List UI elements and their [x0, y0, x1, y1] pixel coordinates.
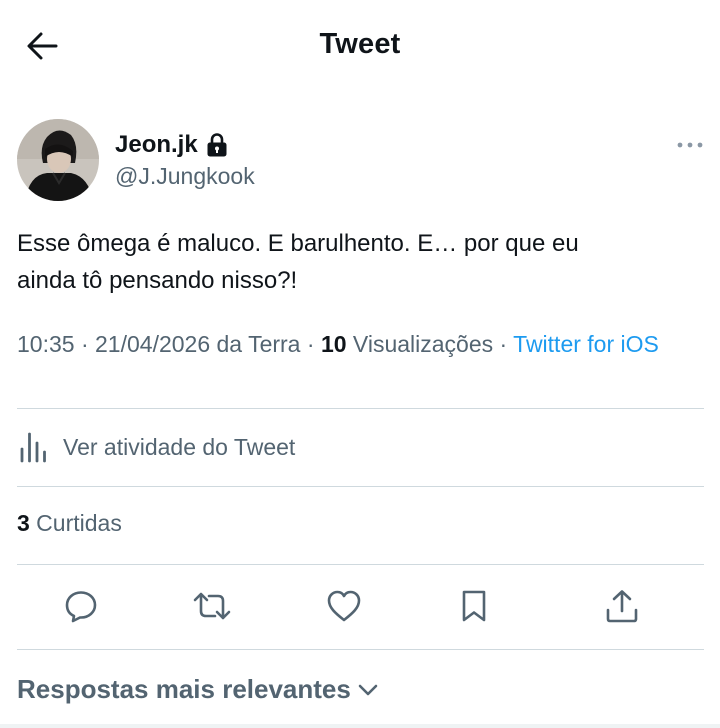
tweet-meta: 10:35 · 21/04/2026 da Terra · 10 Visuali…	[17, 329, 697, 360]
views-label: Visualizações	[346, 331, 494, 357]
replies-sort-label: Respostas mais relevantes	[17, 674, 351, 704]
meta-separator: ·	[74, 331, 96, 357]
tweet-source-link[interactable]: Twitter for iOS	[513, 331, 659, 357]
reply-icon	[65, 591, 97, 623]
retweet-icon	[193, 592, 231, 620]
share-button[interactable]	[602, 586, 642, 626]
retweet-button[interactable]	[192, 586, 232, 626]
tweet-text-line: ainda tô pensando nisso?!	[17, 267, 298, 294]
bookmark-button[interactable]	[454, 586, 494, 626]
share-icon	[606, 590, 638, 623]
more-options-button[interactable]	[675, 135, 705, 155]
more-dots-icon	[677, 142, 703, 148]
user-handle[interactable]: @J.Jungkook	[115, 163, 255, 190]
replies-sort-button[interactable]: Respostas mais relevantes	[17, 674, 379, 705]
meta-separator: ·	[300, 331, 321, 357]
tweet-date: 21/04/2026 da Terra	[95, 331, 301, 357]
display-name: Jeon.jk	[115, 131, 198, 158]
page-title: Tweet	[319, 28, 401, 60]
likes-count: 3	[17, 510, 30, 536]
likes-label: Curtidas	[29, 510, 122, 536]
divider	[17, 408, 704, 409]
bookmark-icon	[462, 590, 486, 622]
avatar[interactable]	[17, 119, 99, 201]
chart-bars-icon	[20, 432, 46, 463]
tweet-text-line: Esse ômega é maluco. E barulhento. E… po…	[17, 230, 579, 257]
likes-count-link[interactable]: 3 Curtidas	[17, 510, 122, 537]
lock-icon	[206, 132, 228, 158]
tweet-time: 10:35	[17, 331, 75, 357]
header: Tweet	[0, 0, 720, 92]
reply-button[interactable]	[61, 586, 101, 626]
tweet-activity-label: Ver atividade do Tweet	[63, 433, 296, 460]
like-button[interactable]	[324, 586, 364, 626]
tweet-author: Jeon.jk @J.Jungkook	[17, 119, 707, 203]
heart-icon	[327, 590, 361, 622]
views-count: 10	[320, 331, 347, 357]
divider	[17, 564, 704, 565]
meta-separator: ·	[493, 331, 514, 357]
display-name-row[interactable]: Jeon.jk	[115, 131, 228, 159]
divider	[0, 724, 720, 728]
chevron-down-icon	[357, 683, 379, 697]
divider	[17, 649, 704, 650]
tweet-text: Esse ômega é maluco. E barulhento. E… po…	[17, 225, 697, 299]
divider	[17, 486, 704, 487]
tweet-activity-button[interactable]: Ver atividade do Tweet	[17, 424, 703, 470]
